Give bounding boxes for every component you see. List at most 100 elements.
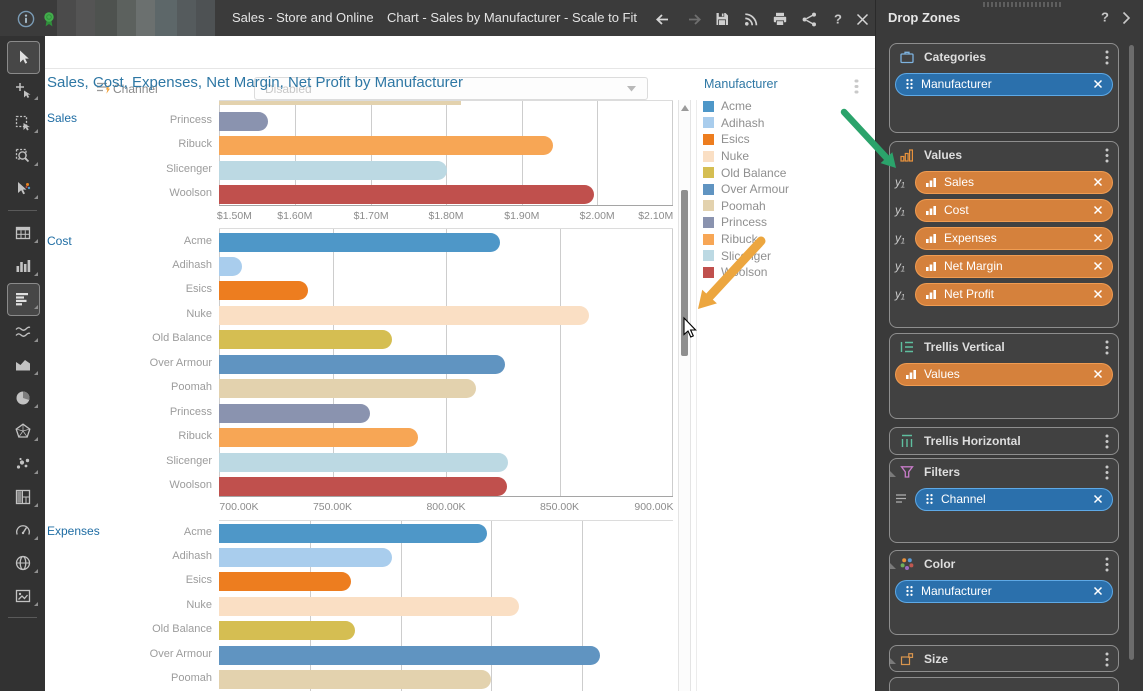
legend-item-nuke[interactable]: Nuke (703, 148, 871, 165)
gridline (672, 229, 673, 496)
pointer-tool[interactable] (0, 40, 45, 73)
dropzone-pill-expenses[interactable]: Expenses (915, 227, 1113, 250)
legend-kebab-icon[interactable] (854, 79, 858, 99)
document-title: Sales - Store and Online (232, 10, 374, 25)
legend-swatch (703, 267, 714, 278)
bar-sales-poomah-partial[interactable] (219, 101, 461, 105)
legend-item-acme[interactable]: Acme (703, 98, 871, 115)
kebab-menu-icon[interactable] (1105, 50, 1109, 65)
dropzone-pill-manufacturer[interactable]: Manufacturer (895, 73, 1113, 96)
chart-scrollbar-track[interactable] (678, 100, 691, 691)
gauge-tool[interactable] (0, 513, 45, 546)
kebab-menu-icon[interactable] (1105, 434, 1109, 449)
radar-chart-tool[interactable] (0, 414, 45, 447)
close-button[interactable] (852, 9, 872, 29)
image-tool[interactable] (0, 579, 45, 612)
bar-cost-acme[interactable] (219, 233, 500, 252)
pill-label: Expenses (944, 231, 997, 245)
share-button[interactable] (799, 9, 819, 29)
column-chart-tool[interactable] (0, 249, 45, 282)
dropzone-pill-cost[interactable]: Cost (915, 199, 1113, 222)
dropzone-pill-net-profit[interactable]: Net Profit (915, 283, 1113, 306)
bar-cost-over-armour[interactable] (219, 355, 505, 374)
kebab-menu-icon[interactable] (1105, 557, 1109, 572)
legend-swatch (703, 217, 714, 228)
bar-expenses-over-armour[interactable] (219, 646, 600, 665)
bars-icon (925, 232, 937, 244)
legend-swatch (703, 184, 714, 195)
bar-sales-ribuck[interactable] (219, 136, 553, 155)
remove-icon[interactable] (1093, 177, 1103, 187)
remove-icon[interactable] (1093, 586, 1103, 596)
kebab-menu-icon[interactable] (1105, 465, 1109, 480)
legend-item-over-armour[interactable]: Over Armour (703, 181, 871, 198)
line-chart-tool[interactable] (0, 315, 45, 348)
remove-icon[interactable] (1093, 233, 1103, 243)
legend-item-woolson[interactable]: Woolson (703, 264, 871, 281)
legend-item-princess[interactable]: Princess (703, 214, 871, 231)
rectangle-select-tool[interactable] (0, 106, 45, 139)
help-button[interactable]: ? (828, 9, 848, 29)
bar-cost-poomah[interactable] (219, 379, 476, 398)
remove-icon[interactable] (1093, 289, 1103, 299)
bar-expenses-adihash[interactable] (219, 548, 392, 567)
info-icon[interactable] (16, 9, 36, 29)
bar-sales-slicenger[interactable] (219, 161, 447, 180)
remove-icon[interactable] (1093, 79, 1103, 89)
bar-chart-tool[interactable] (0, 282, 45, 315)
remove-icon[interactable] (1093, 205, 1103, 215)
feed-button[interactable] (741, 9, 761, 29)
dropzone-pill-channel[interactable]: Channel (915, 488, 1113, 511)
bar-cost-esics[interactable] (219, 281, 308, 300)
table-tool[interactable] (0, 216, 45, 249)
bar-expenses-old-balance[interactable] (219, 621, 355, 640)
kebab-menu-icon[interactable] (1105, 148, 1109, 163)
dropzone-pill-net-margin[interactable]: Net Margin (915, 255, 1113, 278)
bar-cost-adihash[interactable] (219, 257, 242, 276)
legend-item-esics[interactable]: Esics (703, 131, 871, 148)
bar-expenses-nuke[interactable] (219, 597, 519, 616)
print-button[interactable] (770, 9, 790, 29)
trellis-plot-sales (219, 100, 673, 206)
bar-cost-nuke[interactable] (219, 306, 589, 325)
drop-zones-scrollbar-thumb[interactable] (1129, 45, 1134, 660)
chart-scrollbar-thumb[interactable] (681, 190, 688, 356)
bar-expenses-esics[interactable] (219, 572, 351, 591)
legend-item-ribuck[interactable]: Ribuck (703, 231, 871, 248)
bar-expenses-poomah[interactable] (219, 670, 491, 689)
kebab-menu-icon[interactable] (1105, 652, 1109, 667)
remove-icon[interactable] (1093, 494, 1103, 504)
treemap-tool[interactable] (0, 480, 45, 513)
bar-cost-old-balance[interactable] (219, 330, 392, 349)
bar-cost-ribuck[interactable] (219, 428, 418, 447)
dropzone-pill-sales[interactable]: Sales (915, 171, 1113, 194)
bar-cost-princess[interactable] (219, 404, 370, 423)
zoom-select-tool[interactable] (0, 139, 45, 172)
remove-icon[interactable] (1093, 261, 1103, 271)
remove-icon[interactable] (1093, 369, 1103, 379)
bar-cost-woolson[interactable] (219, 477, 507, 496)
legend-item-adihash[interactable]: Adihash (703, 115, 871, 132)
dropzone-pill-values[interactable]: Values (895, 363, 1113, 386)
dropzone-pill-manufacturer[interactable]: Manufacturer (895, 580, 1113, 603)
bar-sales-woolson[interactable] (219, 185, 594, 204)
category-label: Woolson (100, 476, 212, 495)
bar-expenses-acme[interactable] (219, 524, 487, 543)
bar-sales-princess[interactable] (219, 112, 268, 131)
area-chart-tool[interactable] (0, 348, 45, 381)
save-button[interactable] (712, 9, 732, 29)
bars-icon (925, 288, 937, 300)
pie-chart-tool[interactable] (0, 381, 45, 414)
forward-button[interactable] (684, 9, 704, 29)
legend-item-slicenger[interactable]: Slicenger (703, 247, 871, 264)
scatter-chart-tool[interactable] (0, 447, 45, 480)
legend-item-old-balance[interactable]: Old Balance (703, 164, 871, 181)
mark-pointer-tool[interactable] (0, 172, 45, 205)
chart-scrollbar-up-arrow[interactable] (681, 105, 689, 111)
map-tool[interactable] (0, 546, 45, 579)
legend-item-poomah[interactable]: Poomah (703, 198, 871, 215)
kebab-menu-icon[interactable] (1105, 340, 1109, 355)
bar-cost-slicenger[interactable] (219, 453, 508, 472)
back-button[interactable] (652, 9, 672, 29)
crosshair-pointer-tool[interactable] (0, 73, 45, 106)
